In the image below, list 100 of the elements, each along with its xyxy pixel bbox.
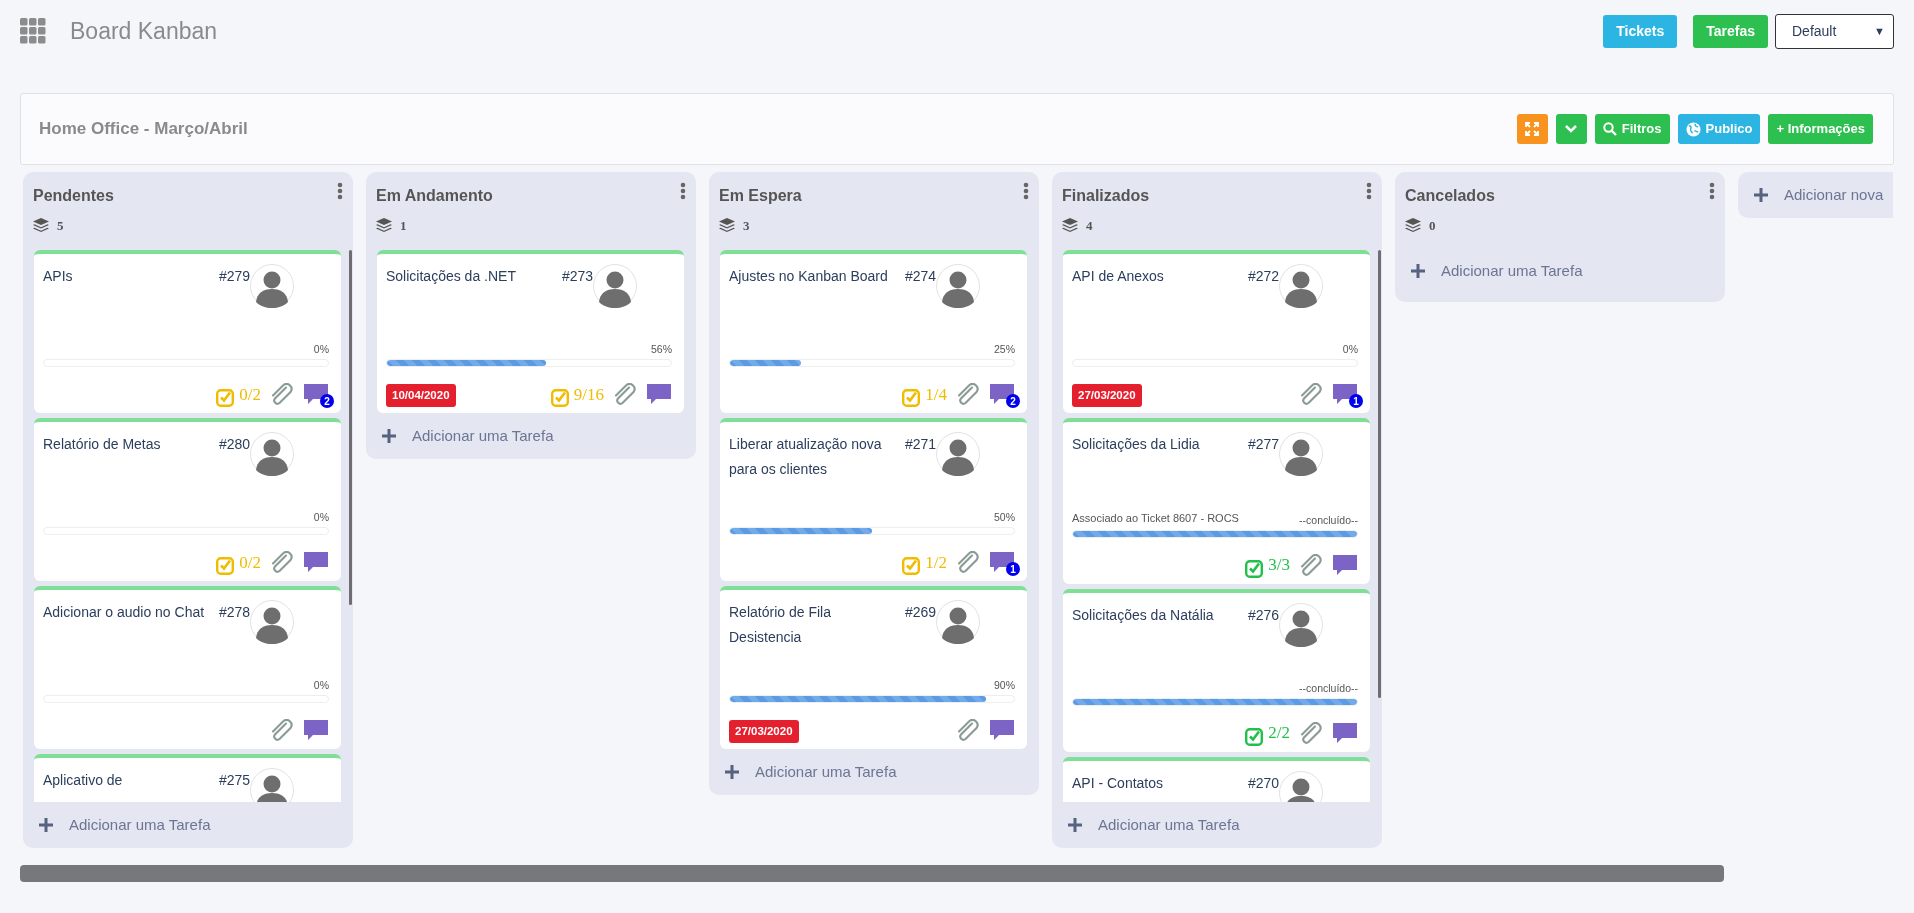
chevron-down-icon — [1564, 124, 1579, 134]
page-title: Board Kanban — [70, 16, 218, 46]
paperclip-icon — [955, 719, 981, 743]
checklist-count: 3/3 — [1268, 554, 1290, 576]
plus-icon — [1411, 264, 1425, 278]
task-card[interactable]: Solicitações da Lidia #277 Associado ao Ticket 8607 - ROCS --concluído-- 3/3 — [1063, 418, 1370, 584]
due-date-badge: 27/03/2020 — [729, 719, 799, 743]
comment-count-badge: 1 — [1006, 562, 1020, 576]
progress-label: 0% — [313, 510, 329, 524]
more-options-icon[interactable] — [337, 182, 343, 200]
task-card[interactable]: Liberar atualização nova para os clientes #271 50% 1/2 1 — [720, 418, 1027, 581]
card-number: #274 — [905, 267, 937, 286]
paperclip-icon — [269, 719, 295, 743]
paperclip-icon — [1298, 721, 1324, 746]
card-title: Liberar atualização nova para os clientes — [729, 435, 883, 479]
comment-count-badge: 2 — [320, 394, 334, 408]
checklist-count: 0/2 — [239, 551, 261, 574]
card-number: #279 — [219, 267, 251, 286]
checklist-count: 1/2 — [925, 551, 947, 574]
paperclip-icon — [955, 383, 981, 407]
task-card[interactable]: Adicionar o audio no Chat #278 0% — [34, 586, 341, 749]
card-number: #277 — [1248, 435, 1280, 454]
card-number: #270 — [1248, 773, 1280, 793]
task-card[interactable]: Ajustes no Kanban Board #274 25% 1/4 2 — [720, 250, 1027, 413]
progress-label: --concluído-- — [1299, 680, 1358, 695]
plus-icon — [1068, 818, 1082, 832]
layers-icon — [33, 218, 49, 234]
task-card[interactable]: API de Anexos #272 0% 27/03/2020 1 — [1063, 250, 1370, 413]
card-title: APIs — [43, 267, 74, 286]
expand-button[interactable] — [1516, 114, 1548, 144]
avatar-icon — [250, 600, 295, 644]
card-title: Adicionar o audio no Chat — [43, 603, 206, 622]
comment-icon — [989, 717, 1015, 743]
globe-icon — [1685, 121, 1701, 137]
paperclip-icon — [1298, 553, 1324, 578]
progress-label: 0% — [313, 342, 329, 356]
add-task-link[interactable]: Adicionar uma Tarefa — [69, 813, 211, 837]
column-title: Finalizados — [1062, 187, 1150, 204]
checklist-count: 0/2 — [239, 383, 261, 406]
avatar-icon — [1279, 770, 1324, 802]
layers-icon — [1062, 218, 1078, 234]
card-title: Relatório de Fila Desistencia — [729, 603, 832, 647]
column-title: Cancelados — [1405, 187, 1495, 204]
search-icon — [1602, 122, 1617, 136]
more-options-icon[interactable] — [1023, 182, 1029, 200]
paperclip-icon — [1298, 383, 1324, 407]
progress-label: 0% — [1342, 342, 1358, 356]
checklist-count: 9/16 — [573, 383, 604, 406]
vertical-scrollbar[interactable] — [349, 250, 352, 605]
comment-icon — [1332, 381, 1358, 407]
progress-label: 90% — [994, 678, 1015, 692]
card-title: API - Contatos — [1072, 773, 1165, 793]
card-count: 0 — [1429, 217, 1436, 235]
task-card[interactable]: Relatório de Metas #280 0% 0/2 — [34, 418, 341, 581]
card-title: Aplicativo de — [43, 771, 124, 790]
card-number: #275 — [219, 771, 251, 790]
more-options-icon[interactable] — [1366, 182, 1372, 200]
vertical-scrollbar[interactable] — [1378, 250, 1381, 698]
horizontal-scrollbar[interactable] — [20, 865, 1724, 882]
avatar-icon — [250, 768, 295, 802]
card-number: #271 — [905, 435, 937, 454]
task-card[interactable]: API - Contatos #270 — [1063, 756, 1370, 802]
task-card[interactable]: APIs #279 0% 0/2 2 — [34, 250, 341, 413]
add-task-link[interactable]: Adicionar uma Tarefa — [412, 424, 554, 448]
due-date-badge: 27/03/2020 — [1072, 383, 1142, 407]
view-select[interactable]: Default ▼ — [1775, 13, 1894, 49]
card-title: Relatório de Metas — [43, 435, 162, 454]
comment-count-badge: 2 — [1006, 394, 1020, 408]
comment-icon — [303, 381, 329, 407]
more-options-icon[interactable] — [680, 182, 686, 200]
apps-grid-icon[interactable] — [20, 18, 46, 44]
add-task-link[interactable]: Adicionar uma Tarefa — [1441, 259, 1583, 283]
board-title: Home Office - Março/Abril — [39, 118, 248, 141]
avatar-icon — [1279, 432, 1324, 476]
card-number: #269 — [905, 603, 937, 622]
avatar-icon — [593, 264, 638, 308]
card-title: API de Anexos — [1072, 267, 1165, 286]
checklist-count: 1/4 — [925, 383, 947, 406]
task-card[interactable]: Solicitações da Natália #276 --concluído-- 2/2 — [1063, 588, 1370, 752]
comment-icon — [989, 549, 1015, 575]
card-title: Solicitações da .NET — [386, 267, 517, 286]
avatar-icon — [250, 264, 295, 308]
collapse-button[interactable] — [1555, 114, 1587, 144]
task-card[interactable]: Solicitações da .NET #273 56% 10/04/2020 9/16 — [377, 250, 684, 413]
add-task-link[interactable]: Adicionar uma Tarefa — [1098, 813, 1240, 837]
avatar-icon — [1279, 602, 1324, 647]
paperclip-icon — [612, 383, 638, 407]
more-options-icon[interactable] — [1709, 182, 1715, 200]
comment-icon — [989, 381, 1015, 407]
task-card[interactable]: Relatório de Fila Desistencia #269 90% 27/03/2020 — [720, 586, 1027, 749]
comment-icon — [303, 549, 329, 575]
progress-label: --concluído-- — [1299, 512, 1358, 527]
paperclip-icon — [269, 383, 295, 407]
add-task-link[interactable]: Adicionar uma Tarefa — [755, 760, 897, 784]
card-number: #273 — [562, 267, 594, 286]
card-count: 1 — [400, 217, 407, 235]
add-column-button[interactable]: Adicionar nova — [1738, 172, 1893, 218]
checklist-count: 2/2 — [1268, 722, 1290, 744]
card-number: #276 — [1248, 605, 1280, 625]
task-card[interactable]: Aplicativo de #275 — [34, 754, 341, 802]
